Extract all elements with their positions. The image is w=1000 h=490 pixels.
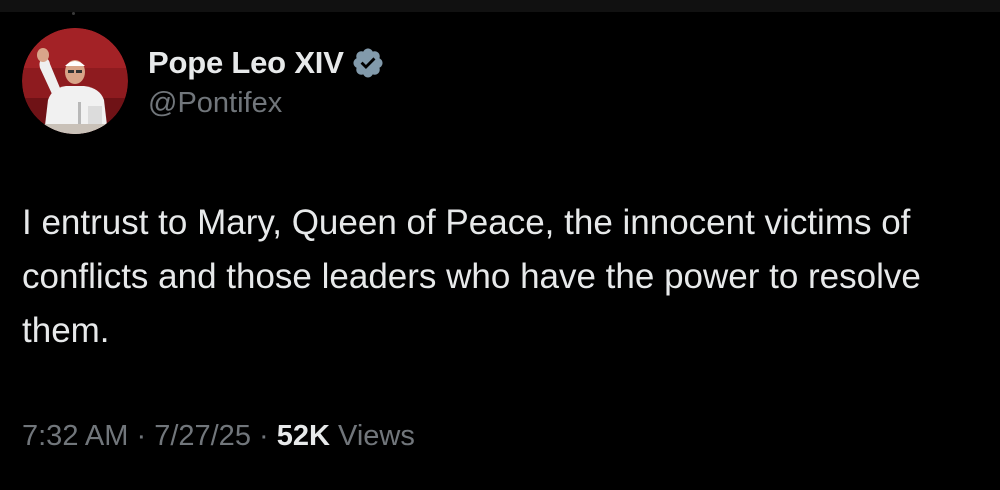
avatar[interactable]	[22, 28, 128, 134]
display-name[interactable]: Pope Leo XIV	[148, 45, 344, 81]
tweet-header: Pope Leo XIV @Pontifex	[22, 28, 385, 134]
tweet-meta: 7:32 AM · 7/27/25 · 52K Views	[22, 420, 415, 453]
handle[interactable]: @Pontifex	[148, 87, 385, 120]
name-row: Pope Leo XIV	[148, 43, 385, 83]
verified-badge-icon	[351, 46, 385, 80]
views-label: Views	[338, 420, 415, 452]
tweet-text: I entrust to Mary, Queen of Peace, the i…	[22, 203, 921, 350]
profile-names: Pope Leo XIV @Pontifex	[148, 43, 385, 120]
meta-separator: ·	[250, 420, 277, 452]
tweet-date[interactable]: 7/27/25	[154, 420, 251, 453]
avatar-photo	[22, 28, 128, 134]
drag-handle-dot	[72, 12, 75, 15]
top-status-strip	[0, 0, 1000, 12]
tweet-time[interactable]: 7:32 AM	[22, 420, 128, 453]
views-count: 52K	[276, 420, 330, 452]
meta-separator: ·	[128, 420, 155, 452]
